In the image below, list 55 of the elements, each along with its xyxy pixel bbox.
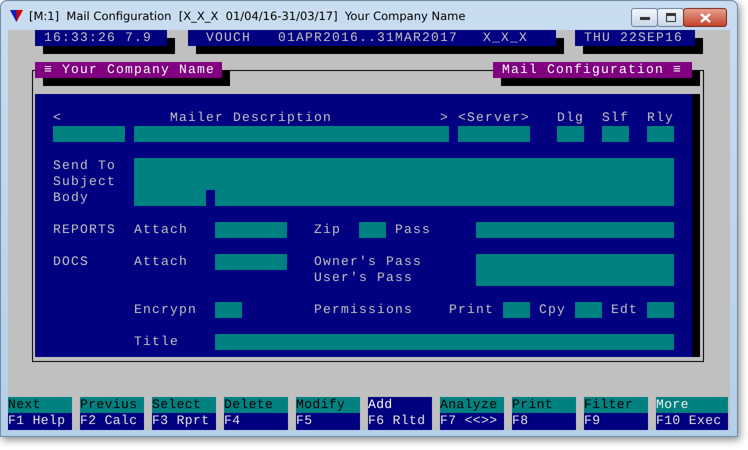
field-label: Send To <box>53 158 118 174</box>
field-label: Edt <box>611 302 640 318</box>
message-field[interactable] <box>134 158 674 206</box>
maximize-button[interactable] <box>657 8 684 27</box>
scroll-left-label: < <box>53 110 62 126</box>
input-field[interactable] <box>215 254 287 270</box>
window-title: [M:1] Mail Configuration [X_X_X 01/04/16-31/03/17] Your Company Name <box>29 8 466 22</box>
section-label: DOCS <box>53 254 90 270</box>
text-cursor <box>206 190 215 206</box>
date-bar: THU 22SEP16 <box>575 30 695 46</box>
field-label: Attach <box>134 254 190 270</box>
field-label: Owner's Pass <box>314 254 424 270</box>
input-field[interactable] <box>647 302 674 318</box>
field-label: Print <box>449 302 496 318</box>
input-field[interactable] <box>53 126 125 142</box>
column-heading: <Server> <box>458 110 532 126</box>
input-field[interactable] <box>503 302 530 318</box>
field-label: Title <box>134 334 180 350</box>
input-field[interactable] <box>215 302 242 318</box>
field-label: Cpy <box>539 302 568 318</box>
field-label: Subject <box>53 174 118 190</box>
input-field[interactable] <box>215 222 287 238</box>
input-field[interactable] <box>458 126 530 142</box>
maximize-icon <box>666 13 676 22</box>
input-field[interactable] <box>602 126 629 142</box>
section-label: REPORTS <box>53 222 118 238</box>
column-heading: Slf <box>602 110 630 126</box>
field-label: Permissions <box>314 302 414 318</box>
close-icon <box>700 12 710 22</box>
triangle-icon <box>10 10 23 22</box>
input-field[interactable] <box>647 126 674 142</box>
field-label: Pass <box>395 222 432 238</box>
input-field[interactable] <box>359 222 386 238</box>
input-field[interactable] <box>575 302 602 318</box>
company-code: X_X_X <box>483 30 528 46</box>
field-label: Body <box>53 190 90 206</box>
column-heading: Dlg <box>557 110 586 126</box>
field-label: Encrypn <box>134 302 198 318</box>
column-heading: Mailer Description <box>170 110 334 126</box>
scroll-right-label: > <box>440 110 449 126</box>
input-field[interactable] <box>476 254 674 286</box>
input-field[interactable] <box>557 126 584 142</box>
field-label: Zip <box>314 222 342 238</box>
input-field[interactable] <box>215 334 674 350</box>
field-label: Attach <box>134 222 190 238</box>
column-heading: Rly <box>647 110 676 126</box>
period-range: 01APR2016..31MAR2017 <box>278 30 458 46</box>
minimize-icon <box>640 16 650 20</box>
module-label: VOUCH <box>206 30 252 46</box>
input-field[interactable] <box>476 222 674 238</box>
clock-bar: 16:33:26 7.9 <box>35 30 167 46</box>
field-label: User's Pass <box>314 270 414 286</box>
input-field[interactable] <box>134 126 449 142</box>
minimize-button[interactable] <box>631 8 658 27</box>
close-button[interactable] <box>683 8 727 27</box>
